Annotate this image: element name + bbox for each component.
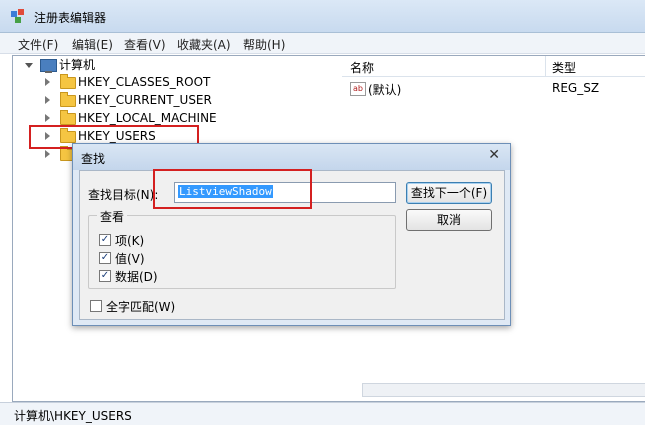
menu-view[interactable]: 查看(V) <box>124 36 166 53</box>
checkbox-keys-label[interactable]: 项(K) <box>115 232 144 249</box>
string-value-icon: ab <box>350 82 366 96</box>
registry-editor-icon <box>11 9 24 23</box>
checkbox-keys[interactable]: ✓ <box>99 234 111 246</box>
find-what-label: 查找目标(N): <box>88 188 159 202</box>
look-at-label: 查看 <box>97 208 128 225</box>
checkbox-match-whole[interactable] <box>90 300 102 312</box>
menu-favorites[interactable]: 收藏夹(A) <box>177 36 231 53</box>
status-path: 计算机\HKEY_USERS <box>14 409 132 423</box>
tree-item-label: HKEY_CLASSES_ROOT <box>78 75 211 89</box>
status-bar: 计算机\HKEY_USERS <box>0 402 645 425</box>
find-next-button[interactable]: 查找下一个(F) <box>406 182 492 204</box>
value-name[interactable]: (默认) <box>368 81 401 98</box>
checkbox-data-label[interactable]: 数据(D) <box>115 268 158 285</box>
look-at-group: 查看 ✓ 项(K) ✓ 值(V) ✓ 数据(D) <box>88 208 396 289</box>
menu-file[interactable]: 文件(F) <box>18 36 58 53</box>
dialog-title: 查找 <box>81 152 106 166</box>
collapse-arrow-icon[interactable] <box>45 78 50 86</box>
collapse-arrow-icon[interactable] <box>45 114 50 122</box>
window-title: 注册表编辑器 <box>34 11 107 25</box>
find-dialog: 查找 ✕ 查找目标(N): ListviewShadow 查找下一个(F) 取消… <box>72 143 511 326</box>
checkbox-data[interactable]: ✓ <box>99 270 111 282</box>
menu-help[interactable]: 帮助(H) <box>243 36 285 53</box>
collapse-arrow-icon[interactable] <box>45 96 50 104</box>
cancel-button[interactable]: 取消 <box>406 209 492 231</box>
menu-bar: 文件(F) 编辑(E) 查看(V) 收藏夹(A) 帮助(H) <box>0 33 645 54</box>
collapse-arrow-icon[interactable] <box>45 150 50 158</box>
menu-edit[interactable]: 编辑(E) <box>72 36 113 53</box>
column-header-type[interactable]: 类型 <box>552 59 576 76</box>
column-divider[interactable] <box>545 56 546 76</box>
dialog-title-bar[interactable]: 查找 ✕ <box>73 144 510 170</box>
folder-icon <box>60 110 76 125</box>
expand-arrow-icon[interactable] <box>25 63 33 68</box>
list-header: 名称 类型 <box>342 56 645 77</box>
tree-item-label: 计算机 <box>59 58 96 72</box>
highlight-box-find-input <box>153 169 312 209</box>
folder-icon <box>60 74 76 89</box>
checkbox-values-label[interactable]: 值(V) <box>115 250 145 267</box>
computer-icon <box>40 59 57 73</box>
column-header-name[interactable]: 名称 <box>350 59 374 76</box>
checkbox-match-whole-label[interactable]: 全字匹配(W) <box>106 298 175 315</box>
tree-item-label: HKEY_CURRENT_USER <box>78 93 212 107</box>
checkbox-values[interactable]: ✓ <box>99 252 111 264</box>
horizontal-scrollbar[interactable] <box>362 383 645 397</box>
value-type: REG_SZ <box>552 81 600 95</box>
title-bar: 注册表编辑器 <box>0 0 645 33</box>
close-icon[interactable]: ✕ <box>488 147 500 163</box>
folder-icon <box>60 92 76 107</box>
